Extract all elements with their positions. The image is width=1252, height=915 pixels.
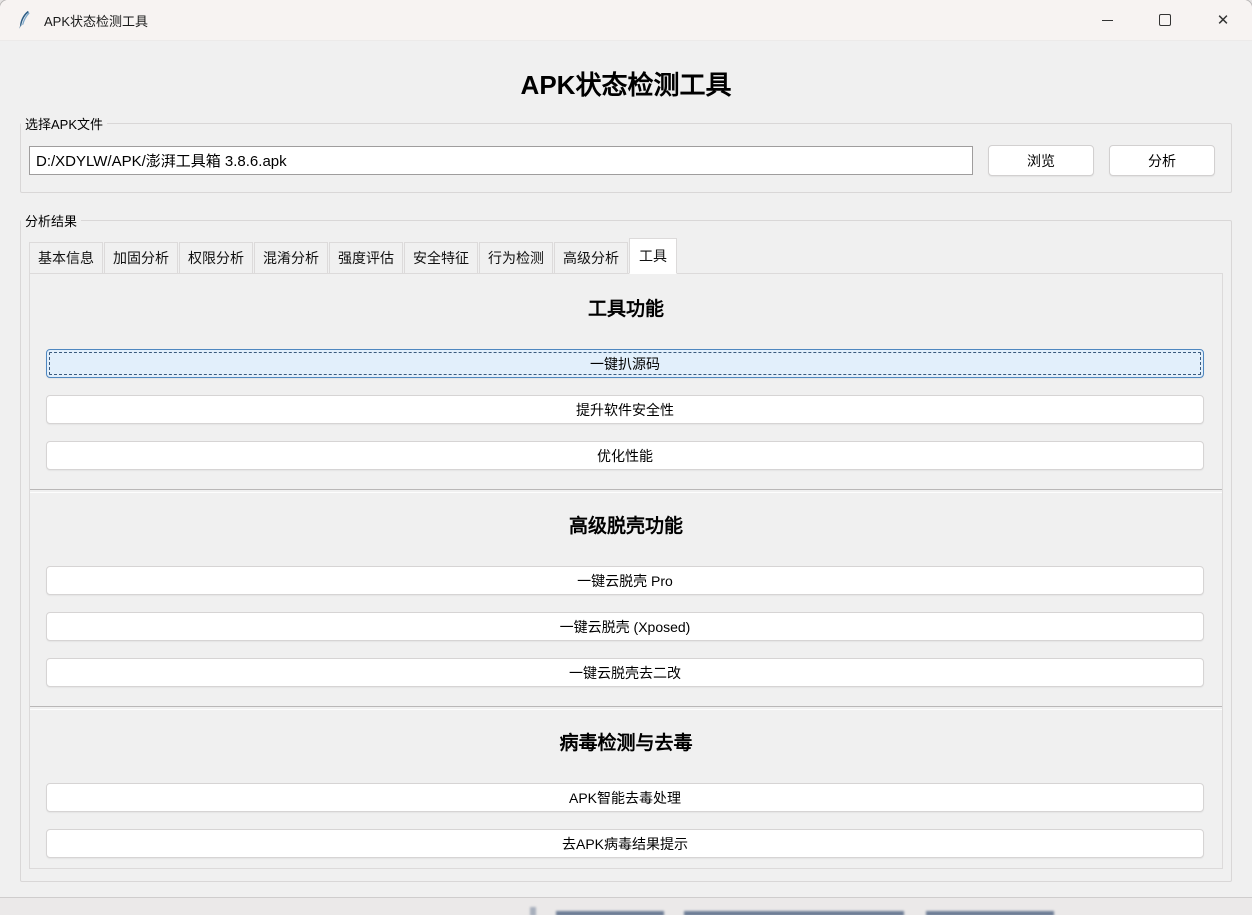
tab-bar: 基本信息 加固分析 权限分析 混淆分析 强度评估 安全特征 行为检测 高级分析 … [29,238,1223,273]
background-window-glimpse [0,897,1252,915]
tab-permissions[interactable]: 权限分析 [179,242,253,274]
analyze-button[interactable]: 分析 [1109,145,1215,176]
smart-devirus-button[interactable]: APK智能去毒处理 [46,783,1204,812]
results-inner: 基本信息 加固分析 权限分析 混淆分析 强度评估 安全特征 行为检测 高级分析 … [21,230,1231,881]
app-window: APK状态检测工具 ✕ APK状态检测工具 选择APK文件 浏览 分析 分析结果 [0,0,1252,897]
browse-button[interactable]: 浏览 [988,145,1094,176]
section-separator [30,489,1222,493]
tab-behavior[interactable]: 行为检测 [479,242,553,274]
tab-hardening[interactable]: 加固分析 [104,242,178,274]
file-select-row: 浏览 分析 [21,133,1231,192]
tab-advanced[interactable]: 高级分析 [554,242,628,274]
minimize-button[interactable] [1078,0,1136,40]
optimize-performance-button[interactable]: 优化性能 [46,441,1204,470]
results-label: 分析结果 [21,211,81,230]
tab-strength[interactable]: 强度评估 [329,242,403,274]
apk-path-input[interactable] [29,146,973,175]
tab-basic-info[interactable]: 基本信息 [29,242,103,274]
titlebar: APK状态检测工具 ✕ [0,0,1252,41]
maximize-button[interactable] [1136,0,1194,40]
window-controls: ✕ [1078,0,1252,40]
tab-security-traits[interactable]: 安全特征 [404,242,478,274]
cloud-unpack-xposed-button[interactable]: 一键云脱壳 (Xposed) [46,612,1204,641]
window-title: APK状态检测工具 [44,11,148,30]
results-frame: 分析结果 基本信息 加固分析 权限分析 混淆分析 强度评估 安全特征 行为检测 … [20,211,1232,882]
file-select-label: 选择APK文件 [21,114,107,133]
tab-tools[interactable]: 工具 [629,238,677,274]
cloud-unpack-pro-button[interactable]: 一键云脱壳 Pro [46,566,1204,595]
improve-security-button[interactable]: 提升软件安全性 [46,395,1204,424]
tk-feather-icon [16,10,34,30]
cloud-unpack-demod-button[interactable]: 一键云脱壳去二改 [46,658,1204,687]
remove-virus-warning-button[interactable]: 去APK病毒结果提示 [46,829,1204,858]
tools-panel: 工具功能 一键扒源码 提升软件安全性 优化性能 高级脱壳功能 一键云脱壳 Pro… [29,273,1223,869]
close-button[interactable]: ✕ [1194,0,1252,40]
section-heading-tool-functions: 工具功能 [30,294,1222,321]
tab-obfuscation[interactable]: 混淆分析 [254,242,328,274]
background-artifact [530,907,536,915]
background-artifact [926,911,1054,915]
extract-source-button[interactable]: 一键扒源码 [46,349,1204,378]
screen: APK状态检测工具 ✕ APK状态检测工具 选择APK文件 浏览 分析 分析结果 [0,0,1252,915]
background-artifact [684,911,904,915]
section-heading-virus: 病毒检测与去毒 [30,728,1222,755]
background-artifact [556,911,664,915]
section-heading-advanced-unpack: 高级脱壳功能 [30,511,1222,538]
section-separator [30,706,1222,710]
file-select-frame: 选择APK文件 浏览 分析 [20,114,1232,193]
page-title: APK状态检测工具 [0,65,1252,102]
